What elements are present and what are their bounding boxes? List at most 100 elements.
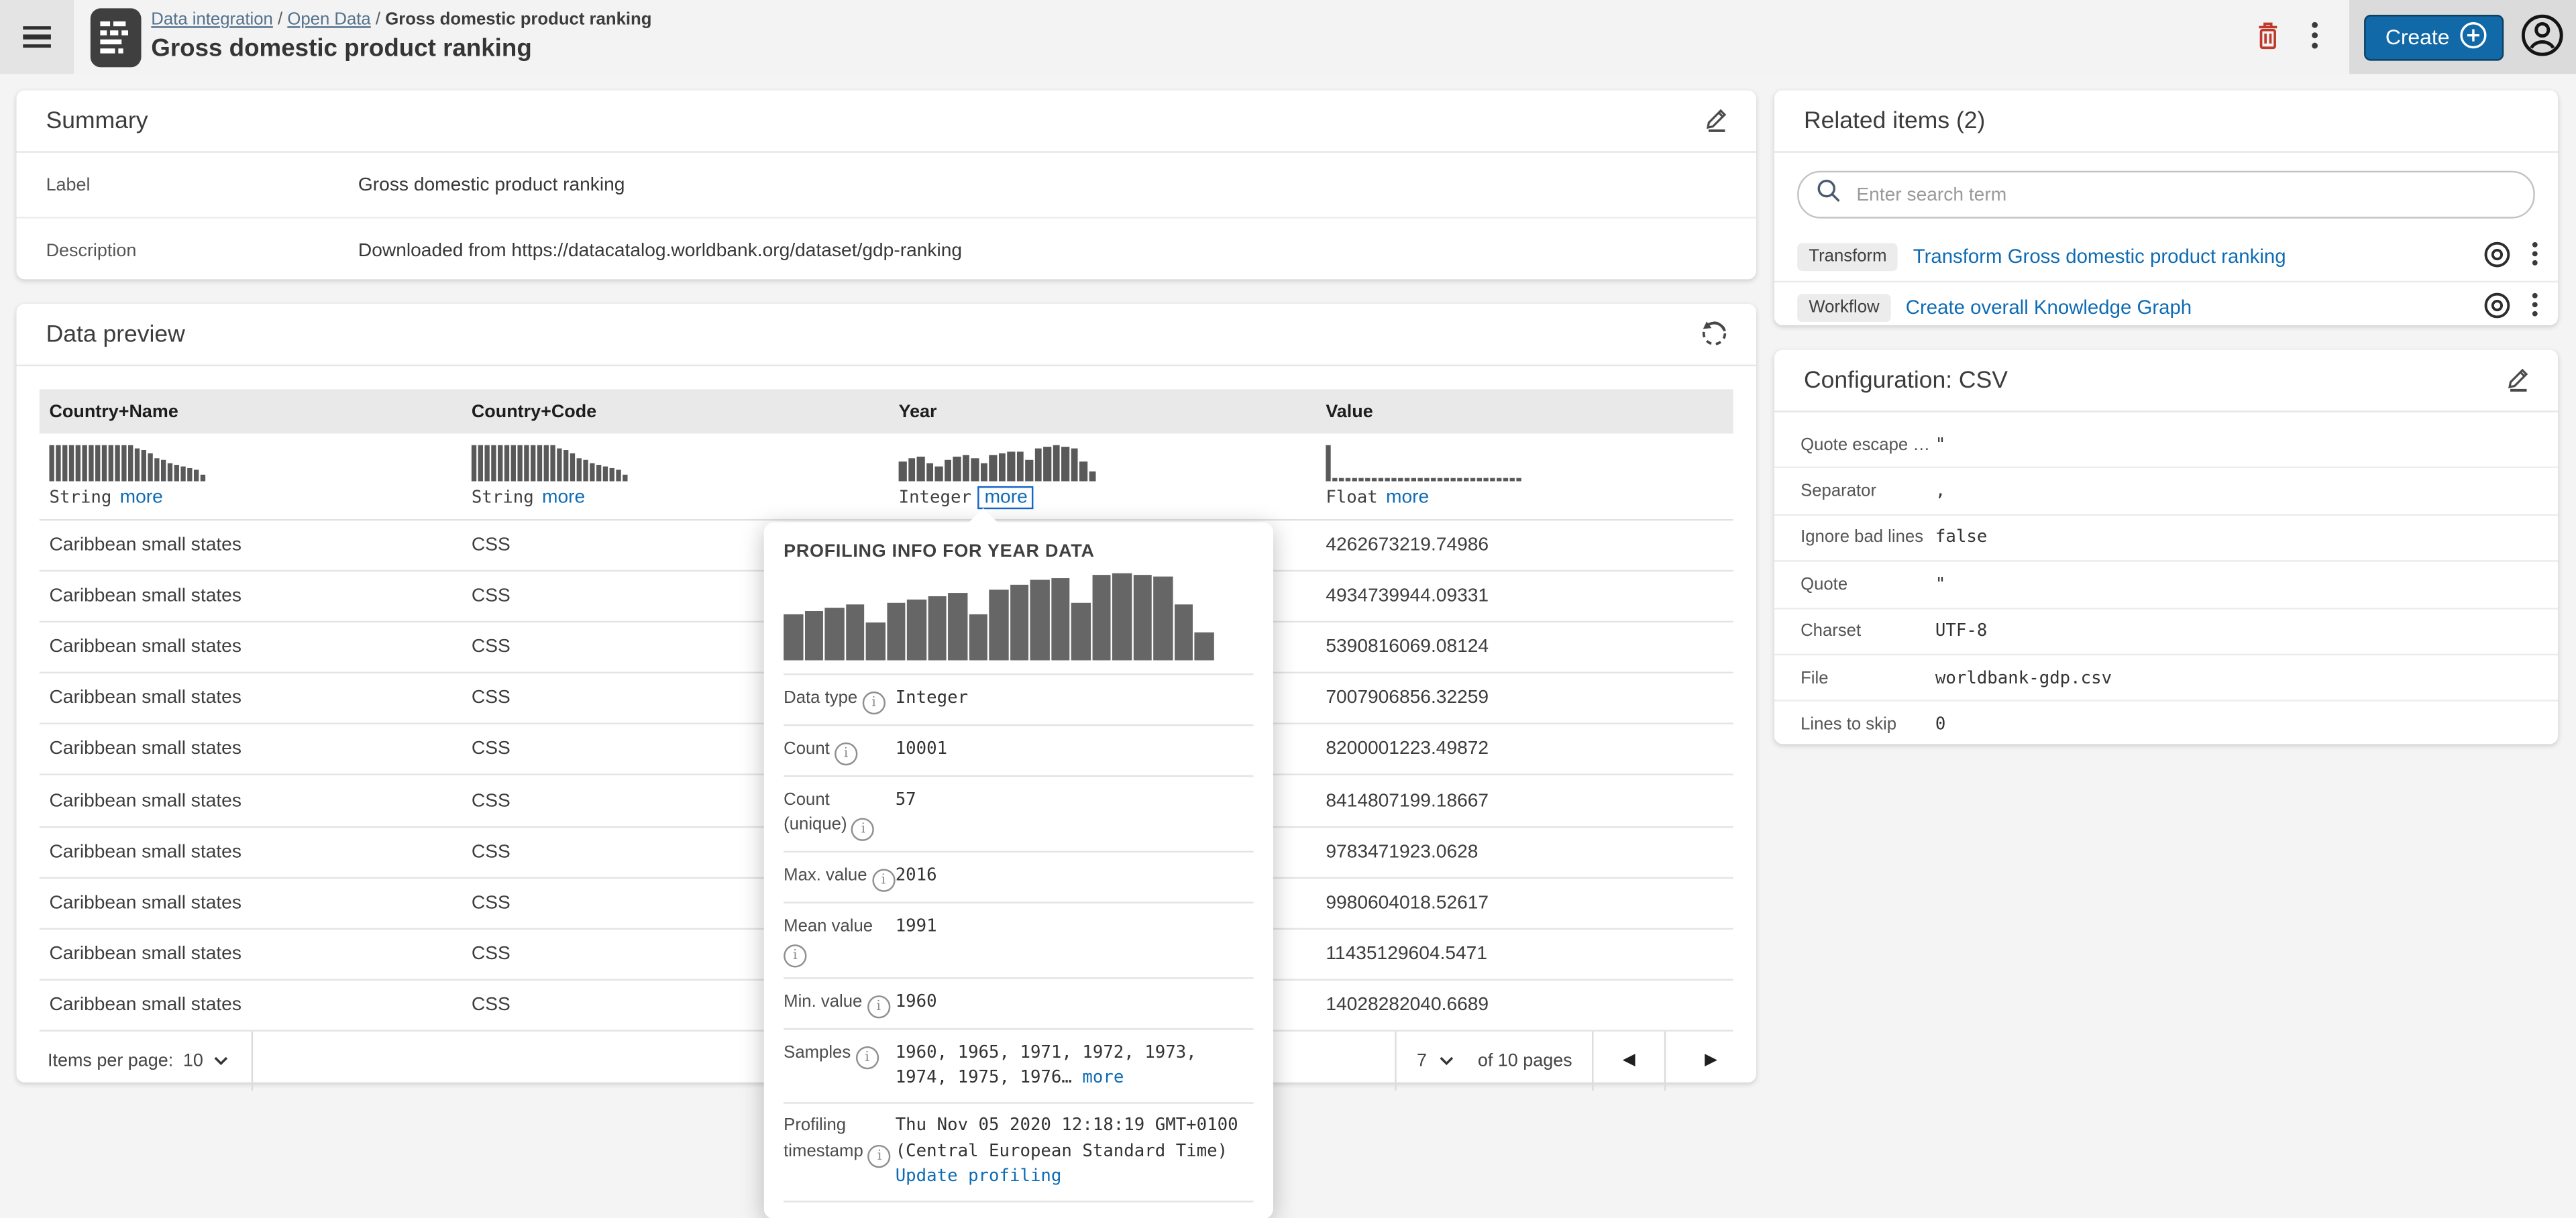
stat-label: Max. value (784, 863, 896, 891)
info-icon[interactable] (867, 995, 890, 1018)
column-type: Integer (899, 488, 971, 507)
table-cell: 4934739944.09331 (1316, 587, 1733, 606)
table-cell: Caribbean small states (40, 893, 462, 913)
config-label: Quote (1801, 575, 1935, 594)
related-items-card: Related items (2) Transform Transform Gr… (1774, 91, 2558, 325)
main-menu-button[interactable] (0, 0, 74, 74)
config-label: Quote escape … (1801, 435, 1935, 454)
config-value: UTF-8 (1935, 621, 1987, 641)
edit-configuration-button[interactable] (2506, 364, 2532, 396)
config-row-ignore-bad-lines: Ignore bad lines false (1774, 514, 2558, 561)
info-icon[interactable] (862, 691, 885, 714)
related-search-input[interactable] (1853, 183, 2516, 206)
field-label: Label (46, 175, 358, 195)
config-row-quote-escape: Quote escape … " (1774, 422, 2558, 467)
view-item-button[interactable] (2482, 290, 2512, 324)
info-icon[interactable] (835, 742, 857, 765)
delete-button[interactable] (2244, 12, 2293, 61)
info-icon[interactable] (872, 869, 895, 891)
stat-value: 10001 (896, 736, 1254, 765)
user-avatar-button[interactable] (2517, 12, 2566, 61)
more-options-button[interactable] (2294, 12, 2337, 61)
related-item-link[interactable]: Create overall Knowledge Graph (1906, 296, 2468, 319)
column-more-link-year[interactable]: more (979, 488, 1032, 507)
profiling-histogram (784, 573, 1253, 661)
create-button-label: Create (2385, 25, 2450, 50)
field-label: Description (46, 241, 358, 260)
breadcrumb-link-data-integration[interactable]: Data integration (151, 10, 273, 30)
trash-icon (2255, 19, 2283, 55)
stat-row-count-unique: Count (unique) 57 (784, 777, 1253, 852)
column-more-link-country-name[interactable]: more (120, 488, 163, 507)
table-cell: Caribbean small states (40, 535, 462, 555)
stat-row-count: Count 10001 (784, 726, 1253, 777)
config-value: worldbank-gdp.csv (1935, 668, 2112, 687)
column-summary-year: Integer more (889, 434, 1316, 519)
config-label: File (1801, 668, 1935, 687)
stat-row-max-value: Max. value 2016 (784, 853, 1253, 904)
breadcrumb-link-open-data[interactable]: Open Data (287, 10, 370, 30)
table-cell: Caribbean small states (40, 791, 462, 810)
info-icon[interactable] (855, 1046, 878, 1069)
update-profiling-link[interactable]: Update profiling (896, 1166, 1062, 1185)
item-options-button[interactable] (2532, 241, 2538, 271)
plus-circle-icon (2459, 21, 2487, 54)
profiling-popover-title: PROFILING INFO FOR YEAR DATA (784, 542, 1253, 561)
config-label: Charset (1801, 621, 1935, 641)
column-summary-country-name: String more (40, 434, 462, 519)
items-per-page-select[interactable]: Items per page: 10 (16, 1032, 252, 1091)
table-cell: 5390816069.08124 (1316, 638, 1733, 657)
stat-row-mean-value: Mean value 1991 (784, 903, 1253, 979)
target-icon (2482, 290, 2512, 324)
stat-label: Samples (784, 1042, 896, 1092)
previous-page-button[interactable]: ◀ (1592, 1032, 1664, 1091)
field-value: Downloaded from https://datacatalog.worl… (358, 241, 962, 260)
item-options-button[interactable] (2532, 292, 2538, 322)
column-header-year: Year (889, 402, 1316, 421)
stat-value: 57 (896, 787, 1254, 840)
reload-preview-button[interactable] (1699, 316, 1730, 352)
header-right-panel: Create (2349, 0, 2576, 74)
page-root: Data integration / Open Data / Gross dom… (0, 0, 2576, 1215)
more-link[interactable]: more (1082, 1068, 1124, 1087)
edit-summary-button[interactable] (1704, 105, 1730, 137)
app-header: Data integration / Open Data / Gross dom… (0, 0, 2576, 74)
info-icon[interactable] (852, 818, 875, 840)
page-select[interactable]: 7 of 10 pages (1395, 1032, 1592, 1091)
column-histogram (899, 442, 1316, 482)
column-header-country-code: Country+Code (462, 402, 889, 421)
breadcrumb-current: Gross domestic product ranking (385, 10, 651, 30)
related-item-workflow: Workflow Create overall Knowledge Graph (1774, 281, 2558, 332)
column-summary-country-code: String more (462, 434, 889, 519)
related-item-link[interactable]: Transform Gross domestic product ranking (1913, 245, 2468, 268)
view-item-button[interactable] (2482, 239, 2512, 273)
column-histogram (1326, 442, 1733, 482)
config-value: " (1935, 575, 1945, 594)
table-cell: 9980604018.52617 (1316, 893, 1733, 913)
config-value: " (1935, 435, 1945, 454)
kebab-icon (2532, 292, 2538, 322)
info-icon[interactable] (868, 1144, 891, 1167)
stat-row-data-type: Data type Integer (784, 673, 1253, 726)
next-page-icon: ▶ (1705, 1052, 1717, 1070)
next-page-button[interactable]: ▶ (1664, 1032, 1756, 1091)
column-type: String (49, 488, 111, 507)
item-type-badge: Workflow (1797, 293, 1891, 321)
column-more-link-country-code[interactable]: more (542, 488, 585, 507)
column-more-link-value[interactable]: more (1386, 488, 1429, 507)
breadcrumb-separator: / (273, 10, 287, 30)
config-label: Lines to skip (1801, 714, 1935, 734)
column-type: Float (1326, 488, 1377, 507)
item-type-badge: Transform (1797, 242, 1898, 270)
previous-page-icon: ◀ (1623, 1052, 1635, 1070)
search-icon (1815, 177, 1841, 211)
table-cell: Caribbean small states (40, 740, 462, 759)
stat-label: Mean value (784, 914, 896, 967)
profiling-popover: PROFILING INFO FOR YEAR DATA Data type I… (764, 522, 1273, 1218)
table-cell: Caribbean small states (40, 944, 462, 964)
breadcrumb-separator: / (371, 10, 385, 30)
stat-value: 1960, 1965, 1971, 1972, 1973, 1974, 1975… (896, 1042, 1254, 1092)
stat-label: Min. value (784, 991, 896, 1019)
info-icon[interactable] (784, 944, 806, 967)
create-button[interactable]: Create (2364, 14, 2504, 60)
